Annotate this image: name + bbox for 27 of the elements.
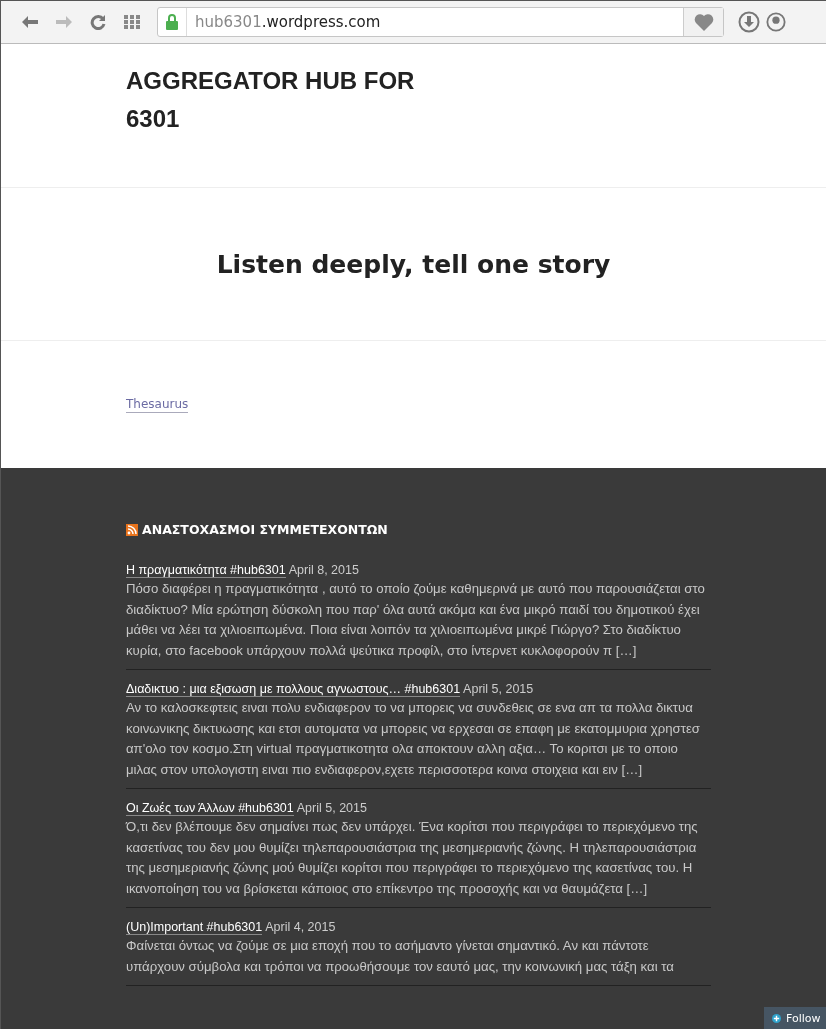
post-title-link[interactable]: Διαδικτυο : μια εξισωση με πολλους αγνωστους… #hub6301 (126, 682, 461, 697)
grid-icon (124, 15, 140, 29)
post-excerpt: Πόσο διαφέρει η πραγματικότητα , αυτό το οποίο ζούμε καθημερινά με αυτό που παρουσιάζεται στο διαδίκτυο? Μία ερώτηση δύσκολη που παρ' όλα αυτά ακόμα και ένα μικρό παιδί του δημοτικού έχει μάθει να λέει τα χιλιοειπωμένα. Ποια είναι λοιπόν τα χιλιοειπωμένα μικρέ Γιώργο? Στο διαδίκτυο κυρία, στο facebook υπάρχουν πολλά ψεύτικα προφίλ, στο ίντερνετ κυκλοφορούν π […] (126, 580, 706, 660)
follow-button[interactable]: Follow (764, 1007, 826, 1029)
post-excerpt: Ό,τι δεν βλέπουμε δεν σημαίνει πως δεν υπάρχει. Ένα κορίτσι που περιγράφει το περιεχόμενο της κασετίνας του δεν μου θυμίζει τηλεπαρουσιάστρια της μεσημεριανής ζώνης. Η τηλεπαρουσιάστρια της μεσημεριανής ζώνης μού θυμίζει κορίτσι που περιγράφει το περιεχόμενο της κασετίνας του. Η ικανοποίηση του να βρίσκεται κάποιος στο επίκεντρο της προσοχής και να θαυμάζετα […] (126, 818, 699, 898)
heart-icon (693, 13, 714, 31)
post-title-link[interactable]: Οι Ζωές των Άλλων #hub6301 (126, 801, 294, 816)
post-date: April 5, 2015 (463, 682, 534, 696)
address-bar[interactable]: hub6301.wordpress.com (157, 7, 724, 37)
back-arrow-icon (21, 15, 39, 29)
forward-arrow-icon (55, 15, 73, 29)
post-date: April 5, 2015 (296, 801, 367, 815)
url-text: hub6301.wordpress.com (195, 13, 382, 31)
site-title: AGGREGATOR HUB FOR 6301 (126, 66, 416, 134)
post-title-link[interactable]: (Un)Important #hub6301 (126, 920, 263, 935)
post-title-link[interactable]: Η πραγματικότητα #hub6301 (126, 563, 286, 578)
rss-icon (126, 523, 138, 536)
widget-title: ΑΝΑΣΤΟΧΑΣΜΟΙ ΣΥΜΜΕΤΕΧΟΝΤΩΝ (142, 522, 388, 537)
menu-link[interactable]: Thesaurus (126, 396, 189, 413)
bookmark-heart-button[interactable] (683, 8, 723, 36)
post-date: April 8, 2015 (288, 563, 359, 577)
plus-icon (772, 1013, 781, 1023)
post-date: April 4, 2015 (265, 920, 336, 934)
site-tagline: Listen deeply, tell one story (216, 249, 611, 279)
reload-icon (90, 14, 106, 30)
post-excerpt: Φαίνεται όντως να ζούμε σε μια εποχή που το ασήμαντο γίνεται σημαντικό. Αν και πάντοτε υπάρχουν σύμβολα και τρόποι να προωθήσουμε τον εαυτό μας, την κοινωνική μας τάξη και τα (126, 937, 675, 976)
post-excerpt: Αν το καλοσκεφτεις ειναι πολυ ενδιαφερον το να μπορεις να συνδεθεις σε ενα απ τα πολλα δικτυα κοινωνικης δικτυωσης και ετσι αυτοματα να μπορεις να ερχεσαι σε επαφη με εκατομμυρια χρηστεσ απ'ολο τον κοσμο.Στη virtual πραγματικοτητα ολα αποκτουν αλλη αξια… Το κοριτσι με το οποιο μιλας στον υπολογιστη ειναι πιο ενδιαφερον,εχετε περισσοτερα κοινα στοιχεια και ειν […] (126, 699, 701, 779)
